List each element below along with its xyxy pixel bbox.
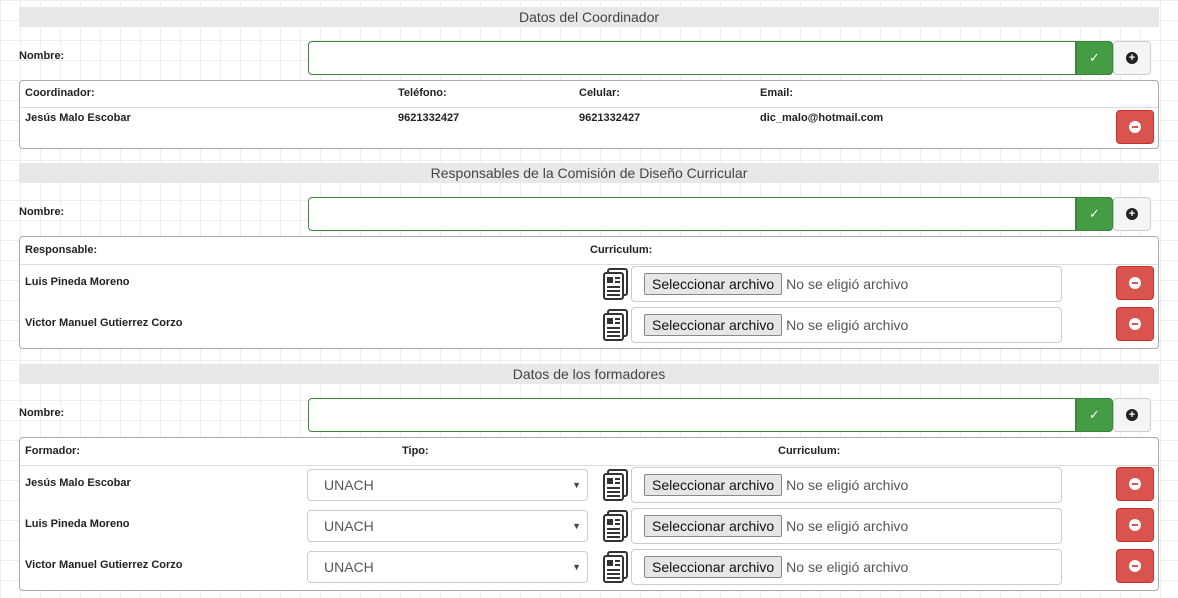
dropdown-arrow-icon: ▼ [572, 562, 581, 572]
check-icon: ✓ [1089, 50, 1100, 65]
trainer-row-name: Jesús Malo Escobar [25, 477, 131, 489]
committee-section-header: Responsables de la Comisión de Diseño Cu… [19, 163, 1159, 183]
column-header-phone: Teléfono: [398, 87, 447, 99]
trainers-name-input[interactable] [308, 398, 1076, 432]
minus-circle-icon [1129, 121, 1141, 133]
committee-remove-button[interactable] [1116, 307, 1154, 341]
committee-name-label: Nombre: [19, 206, 65, 218]
document-icon [603, 268, 628, 300]
trainer-remove-button[interactable] [1116, 467, 1154, 501]
trainer-type-value: UNACH [324, 477, 374, 493]
minus-circle-icon [1129, 318, 1141, 330]
document-icon [603, 469, 628, 501]
column-header-curriculum: Curriculum: [590, 244, 653, 256]
divider [20, 264, 1158, 265]
trainers-name-label: Nombre: [19, 407, 65, 419]
document-icon [603, 551, 628, 583]
file-status: No se eligió archivo [786, 317, 909, 333]
column-header-curriculum: Curriculum: [778, 445, 841, 457]
coordinator-row-phone: 9621332427 [398, 112, 460, 124]
column-header-type: Tipo: [402, 445, 429, 457]
trainer-file-input[interactable]: Seleccionar archivo No se eligió archivo [631, 508, 1062, 544]
file-status: No se eligió archivo [786, 276, 909, 292]
committee-add-button[interactable]: + [1113, 197, 1151, 231]
divider [20, 107, 1158, 108]
column-header-cell: Celular: [579, 87, 620, 99]
trainer-type-value: UNACH [324, 518, 374, 534]
coordinator-row-cell: 9621332427 [579, 112, 641, 124]
file-status: No se eligió archivo [786, 477, 909, 493]
column-header-responsible: Responsable: [25, 244, 98, 256]
trainer-type-value: UNACH [324, 559, 374, 575]
committee-name-input[interactable] [308, 197, 1076, 231]
check-icon: ✓ [1089, 407, 1100, 422]
document-icon [603, 510, 628, 542]
committee-row-name: Luis Pineda Moreno [25, 276, 130, 288]
minus-circle-icon [1129, 519, 1141, 531]
column-header-coordinator: Coordinador: [25, 87, 95, 99]
trainers-add-button[interactable]: + [1113, 398, 1151, 432]
trainer-type-select[interactable]: UNACH ▼ [307, 469, 588, 501]
committee-file-input[interactable]: Seleccionar archivo No se eligió archivo [631, 307, 1062, 343]
committee-file-input[interactable]: Seleccionar archivo No se eligió archivo [631, 266, 1062, 302]
trainer-file-input[interactable]: Seleccionar archivo No se eligió archivo [631, 467, 1062, 503]
coordinator-remove-button[interactable] [1116, 110, 1154, 144]
plus-circle-icon: + [1126, 409, 1138, 421]
coordinator-row-name: Jesús Malo Escobar [25, 112, 131, 124]
minus-circle-icon [1129, 277, 1141, 289]
select-file-button[interactable]: Seleccionar archivo [644, 314, 783, 336]
check-icon: ✓ [1089, 206, 1100, 221]
committee-confirm-button[interactable]: ✓ [1076, 197, 1113, 231]
select-file-button[interactable]: Seleccionar archivo [644, 515, 783, 537]
coordinator-name-input[interactable] [308, 41, 1076, 75]
committee-row-name: Victor Manuel Gutierrez Corzo [25, 317, 183, 329]
plus-circle-icon: + [1126, 52, 1138, 64]
select-file-button[interactable]: Seleccionar archivo [644, 273, 783, 295]
dropdown-arrow-icon: ▼ [572, 480, 581, 490]
trainers-section-header: Datos de los formadores [19, 364, 1159, 384]
trainer-row-name: Victor Manuel Gutierrez Corzo [25, 559, 183, 571]
coordinator-add-button[interactable]: + [1113, 41, 1151, 75]
coordinator-name-label: Nombre: [19, 50, 65, 62]
minus-circle-icon [1129, 478, 1141, 490]
committee-remove-button[interactable] [1116, 266, 1154, 300]
coordinator-panel: Coordinador: Teléfono: Celular: Email: J… [19, 80, 1159, 149]
select-file-button[interactable]: Seleccionar archivo [644, 474, 783, 496]
divider [20, 465, 1158, 466]
plus-circle-icon: + [1126, 208, 1138, 220]
column-header-email: Email: [760, 87, 794, 99]
trainer-type-select[interactable]: UNACH ▼ [307, 510, 588, 542]
trainer-remove-button[interactable] [1116, 508, 1154, 542]
coordinator-row-email: dic_malo@hotmail.com [760, 112, 884, 124]
file-status: No se eligió archivo [786, 518, 909, 534]
trainer-type-select[interactable]: UNACH ▼ [307, 551, 588, 583]
trainer-remove-button[interactable] [1116, 549, 1154, 583]
trainers-confirm-button[interactable]: ✓ [1076, 398, 1113, 432]
trainer-file-input[interactable]: Seleccionar archivo No se eligió archivo [631, 549, 1062, 585]
document-icon [603, 309, 628, 341]
coordinator-section-header: Datos del Coordinador [19, 7, 1159, 27]
dropdown-arrow-icon: ▼ [572, 521, 581, 531]
file-status: No se eligió archivo [786, 559, 909, 575]
minus-circle-icon [1129, 560, 1141, 572]
trainer-row-name: Luis Pineda Moreno [25, 518, 130, 530]
select-file-button[interactable]: Seleccionar archivo [644, 556, 783, 578]
column-header-trainer: Formador: [25, 445, 80, 457]
coordinator-confirm-button[interactable]: ✓ [1076, 41, 1113, 75]
